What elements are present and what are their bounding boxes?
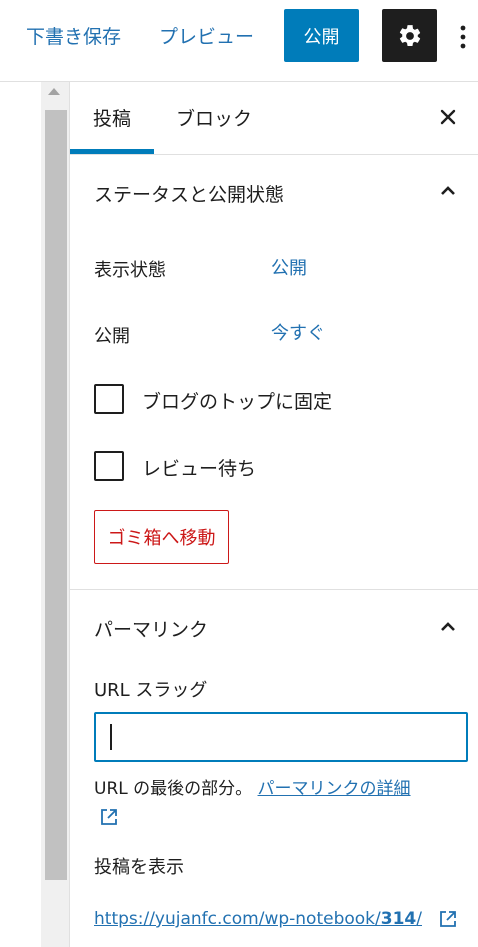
sticky-checkbox-label[interactable]: ブログのトップに固定 bbox=[142, 387, 332, 414]
vertical-ellipsis-icon bbox=[460, 25, 466, 49]
preview-button[interactable]: プレビュー bbox=[159, 22, 254, 49]
view-post-label: 投稿を表示 bbox=[94, 857, 184, 878]
scroll-up-arrow-icon[interactable] bbox=[48, 88, 60, 95]
chevron-up-icon[interactable] bbox=[439, 620, 457, 634]
pending-review-label[interactable]: レビュー待ち bbox=[142, 454, 256, 481]
sidebar-divider bbox=[69, 82, 70, 947]
gear-icon bbox=[399, 24, 420, 46]
tab-post[interactable]: 投稿 bbox=[93, 104, 131, 131]
editor-toolbar: 下書き保存 プレビュー 公開 bbox=[0, 0, 478, 82]
url-slug-input[interactable] bbox=[94, 712, 468, 762]
url-suffix: / bbox=[416, 909, 422, 929]
url-post-id: 314 bbox=[380, 909, 417, 929]
permalink-help-text: URL の最後の部分。 パーマリンクの詳細 bbox=[94, 776, 468, 802]
permalink-panel-title[interactable]: パーマリンク bbox=[94, 615, 208, 642]
view-post-url-link[interactable]: https://yujanfc.com/wp-notebook/314/ bbox=[94, 909, 422, 929]
text-caret bbox=[110, 724, 112, 750]
publish-button[interactable]: 公開 bbox=[284, 9, 359, 62]
publish-label: 公開 bbox=[94, 326, 130, 347]
external-link-icon[interactable] bbox=[99, 807, 119, 827]
permalink-docs-link[interactable]: パーマリンクの詳細 bbox=[258, 779, 411, 799]
settings-button[interactable] bbox=[382, 9, 437, 62]
save-draft-button[interactable]: 下書き保存 bbox=[26, 22, 121, 49]
external-link-icon[interactable] bbox=[438, 909, 458, 929]
more-options-button[interactable] bbox=[452, 24, 474, 50]
url-slug-label: URL スラッグ bbox=[94, 680, 208, 701]
close-icon[interactable] bbox=[438, 106, 458, 128]
tab-block[interactable]: ブロック bbox=[176, 104, 252, 131]
help-text: URL の最後の部分。 bbox=[94, 779, 253, 799]
sidebar-tabs: 投稿 ブロック bbox=[70, 82, 478, 155]
sticky-checkbox[interactable] bbox=[94, 384, 124, 414]
visibility-label: 表示状態 bbox=[94, 260, 166, 281]
url-prefix: https://yujanfc.com/wp-notebook/ bbox=[94, 909, 381, 929]
move-to-trash-button[interactable]: ゴミ箱へ移動 bbox=[94, 510, 229, 564]
chevron-up-icon[interactable] bbox=[439, 184, 457, 198]
active-tab-indicator bbox=[70, 149, 154, 154]
publish-date-link[interactable]: 今すぐ bbox=[271, 319, 325, 345]
visibility-value-link[interactable]: 公開 bbox=[271, 254, 307, 280]
scrollbar-thumb[interactable] bbox=[45, 110, 67, 880]
pending-review-checkbox[interactable] bbox=[94, 451, 124, 481]
status-panel-title[interactable]: ステータスと公開状態 bbox=[94, 180, 284, 207]
panel-divider bbox=[70, 589, 478, 590]
